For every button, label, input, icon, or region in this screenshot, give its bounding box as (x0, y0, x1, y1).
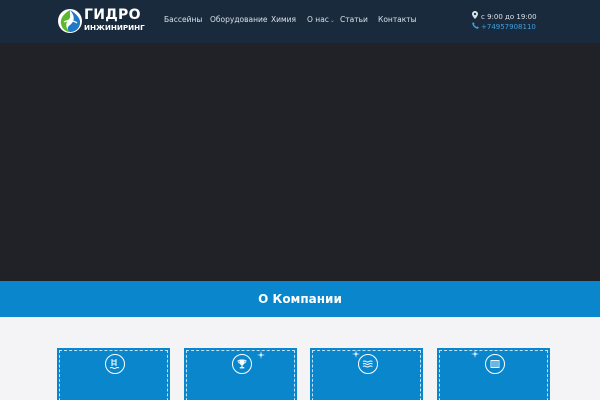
nav-item-pools[interactable]: Бассейны (164, 15, 202, 25)
sparkle-icon (471, 350, 479, 358)
phone-row: +74957908110 (472, 22, 537, 32)
logo-text-secondary: ИНЖИНИРИНГ (84, 23, 145, 32)
nav-item-about[interactable]: О нас⌄ (307, 15, 335, 26)
nav-item-chemistry[interactable]: Химия (271, 15, 296, 25)
about-banner: О Компании (0, 281, 600, 317)
phone-link[interactable]: +74957908110 (481, 22, 536, 32)
sparkle-icon (352, 350, 360, 358)
feature-card-awards[interactable] (184, 348, 297, 400)
pool-ladder-icon (105, 354, 125, 374)
sparkle-icon (257, 351, 265, 359)
site-logo[interactable]: ГИДРО ИНЖИНИРИНГ (57, 7, 147, 35)
feature-card-pools[interactable] (57, 348, 170, 400)
water-waves-icon (358, 354, 378, 374)
header-contact: с 9:00 до 19:00 +74957908110 (472, 11, 537, 32)
trophy-icon (232, 354, 252, 374)
logo-drop-icon (58, 9, 82, 33)
nav-item-articles[interactable]: Статьи (340, 15, 368, 25)
working-hours-text: с 9:00 до 19:00 (481, 12, 537, 21)
phone-icon (472, 22, 479, 32)
feature-card-filters[interactable] (437, 348, 550, 400)
site-header: ГИДРО ИНЖИНИРИНГ Бассейны Оборудование Х… (0, 0, 600, 43)
map-pin-icon (472, 11, 479, 22)
working-hours: с 9:00 до 19:00 (472, 11, 537, 22)
feature-cards (0, 317, 600, 400)
logo-text-primary: ГИДРО (84, 7, 141, 23)
nav-item-about-label: О нас (307, 15, 329, 24)
chevron-down-icon: ⌄ (329, 17, 335, 24)
hero-slider (0, 43, 600, 281)
feature-card-water[interactable] (310, 348, 423, 400)
filter-grid-icon (485, 354, 505, 374)
nav-item-contacts[interactable]: Контакты (378, 15, 417, 25)
nav-item-equipment[interactable]: Оборудование (210, 15, 268, 25)
about-title: О Компании (258, 292, 342, 306)
